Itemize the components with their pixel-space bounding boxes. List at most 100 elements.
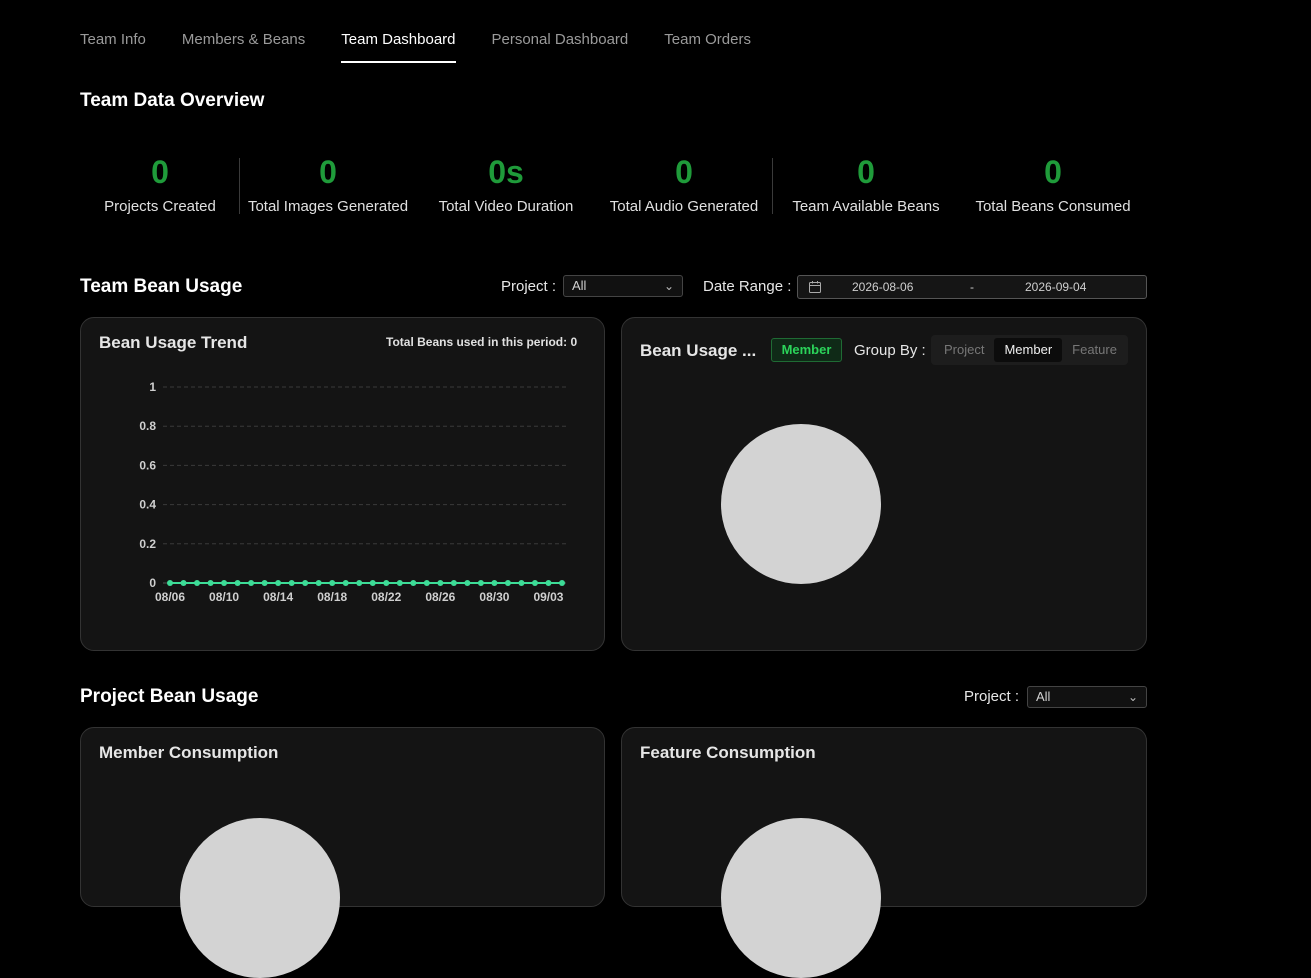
breakdown-card-title: Bean Usage ... (640, 341, 757, 360)
project-select-2[interactable]: All ⌄ (1027, 686, 1147, 708)
y-tick-label: 0.4 (139, 498, 156, 512)
member-consumption-title: Member Consumption (99, 743, 279, 762)
data-point (248, 580, 255, 586)
tab-bar: Team Info Members & Beans Team Dashboard… (80, 30, 787, 63)
stat-available-beans: 0 Team Available Beans (786, 152, 946, 215)
data-point (410, 580, 417, 586)
date-end[interactable]: 2026-09-04 (1025, 280, 1086, 294)
data-point (261, 580, 268, 586)
stat-divider (239, 158, 240, 214)
data-point (518, 580, 525, 586)
data-point (329, 580, 336, 586)
data-point (221, 580, 228, 586)
data-point (504, 580, 511, 586)
y-tick-label: 0 (149, 576, 156, 590)
data-point (369, 580, 376, 586)
stat-value: 0 (857, 154, 875, 190)
data-point (464, 580, 471, 586)
x-tick-label: 08/30 (479, 590, 509, 604)
stat-label: Total Video Duration (438, 198, 574, 215)
tab-team-dashboard[interactable]: Team Dashboard (341, 30, 456, 63)
data-point (180, 580, 187, 586)
feature-consumption-title: Feature Consumption (640, 743, 816, 762)
stat-audio-generated: 0 Total Audio Generated (599, 152, 769, 215)
group-option-project[interactable]: Project (934, 338, 994, 362)
data-point (356, 580, 363, 586)
project-select-value: All (572, 278, 587, 293)
y-tick-label: 0.2 (139, 537, 156, 551)
x-tick-label: 09/03 (533, 590, 563, 604)
data-point (450, 580, 457, 586)
usage-pie-chart (721, 424, 881, 584)
data-point (342, 580, 349, 586)
data-point (396, 580, 403, 586)
project-select[interactable]: All ⌄ (563, 275, 683, 297)
stat-divider (772, 158, 773, 214)
date-separator: - (970, 280, 974, 294)
data-point (423, 580, 430, 586)
date-start[interactable]: 2026-08-06 (852, 280, 913, 294)
project-filter-label-2: Project : (964, 688, 1020, 705)
x-tick-label: 08/14 (263, 590, 293, 604)
member-pie-chart (180, 818, 340, 978)
x-tick-label: 08/26 (425, 590, 455, 604)
data-point (383, 580, 390, 586)
overview-title: Team Data Overview (80, 90, 265, 111)
stat-label: Total Beans Consumed (975, 198, 1131, 215)
x-tick-label: 08/10 (209, 590, 239, 604)
trend-card-title: Bean Usage Trend (99, 333, 248, 352)
stat-label: Total Images Generated (247, 198, 409, 215)
data-point (275, 580, 282, 586)
stat-label: Team Available Beans (792, 198, 940, 215)
data-point (207, 580, 214, 586)
group-badge: Member (771, 338, 842, 362)
data-point (194, 580, 201, 586)
data-point (288, 580, 295, 586)
group-by-label: Group By : (854, 342, 926, 359)
x-tick-label: 08/22 (371, 590, 401, 604)
stat-label: Total Audio Generated (609, 198, 759, 215)
stat-beans-consumed: 0 Total Beans Consumed (968, 152, 1138, 215)
stat-value: 0s (488, 154, 524, 190)
stat-value: 0 (319, 154, 337, 190)
y-tick-label: 0.6 (139, 458, 156, 472)
date-range-picker[interactable]: 2026-08-06 - 2026-09-04 (797, 275, 1147, 299)
x-tick-label: 08/06 (155, 590, 185, 604)
tab-members-beans[interactable]: Members & Beans (182, 30, 305, 63)
stat-video-duration: 0s Total Video Duration (426, 152, 586, 215)
data-point (477, 580, 484, 586)
group-option-member[interactable]: Member (994, 338, 1063, 362)
stat-projects-created: 0 Projects Created (90, 152, 230, 215)
feature-pie-chart (721, 818, 881, 978)
group-by-toggle: Project Member Feature (931, 335, 1128, 365)
stat-images-generated: 0 Total Images Generated (243, 152, 413, 215)
calendar-icon (809, 281, 821, 293)
stat-label: Projects Created (104, 198, 216, 215)
project-filter-label: Project : (501, 278, 557, 295)
tab-team-info[interactable]: Team Info (80, 30, 146, 63)
data-point (531, 580, 538, 586)
bean-usage-line-chart: 0 0.2 0.4 0.6 0.8 1 08/06 08/10 08/14 08/18 08/22 0… (139, 380, 566, 604)
y-tick-label: 0.8 (139, 419, 156, 433)
data-point (437, 580, 444, 586)
team-usage-title: Team Bean Usage (80, 276, 243, 297)
stat-value: 0 (151, 154, 169, 190)
stat-value: 0 (675, 154, 693, 190)
data-point (167, 580, 173, 586)
y-tick-label: 1 (149, 380, 156, 394)
project-select-value-2: All (1036, 689, 1051, 704)
stat-value: 0 (1044, 154, 1062, 190)
tab-team-orders[interactable]: Team Orders (664, 30, 751, 63)
chevron-down-icon: ⌄ (1127, 690, 1138, 704)
project-usage-title: Project Bean Usage (80, 686, 259, 707)
total-beans-label: Total Beans used in this period: 0 (386, 335, 578, 349)
date-range-label: Date Range : (703, 278, 792, 295)
chevron-down-icon: ⌄ (663, 279, 674, 293)
group-option-feature[interactable]: Feature (1062, 338, 1127, 362)
data-point (315, 580, 322, 586)
data-point (234, 580, 241, 586)
x-tick-label: 08/18 (317, 590, 347, 604)
tab-personal-dashboard[interactable]: Personal Dashboard (492, 30, 629, 63)
data-point (302, 580, 309, 586)
data-point (491, 580, 498, 586)
